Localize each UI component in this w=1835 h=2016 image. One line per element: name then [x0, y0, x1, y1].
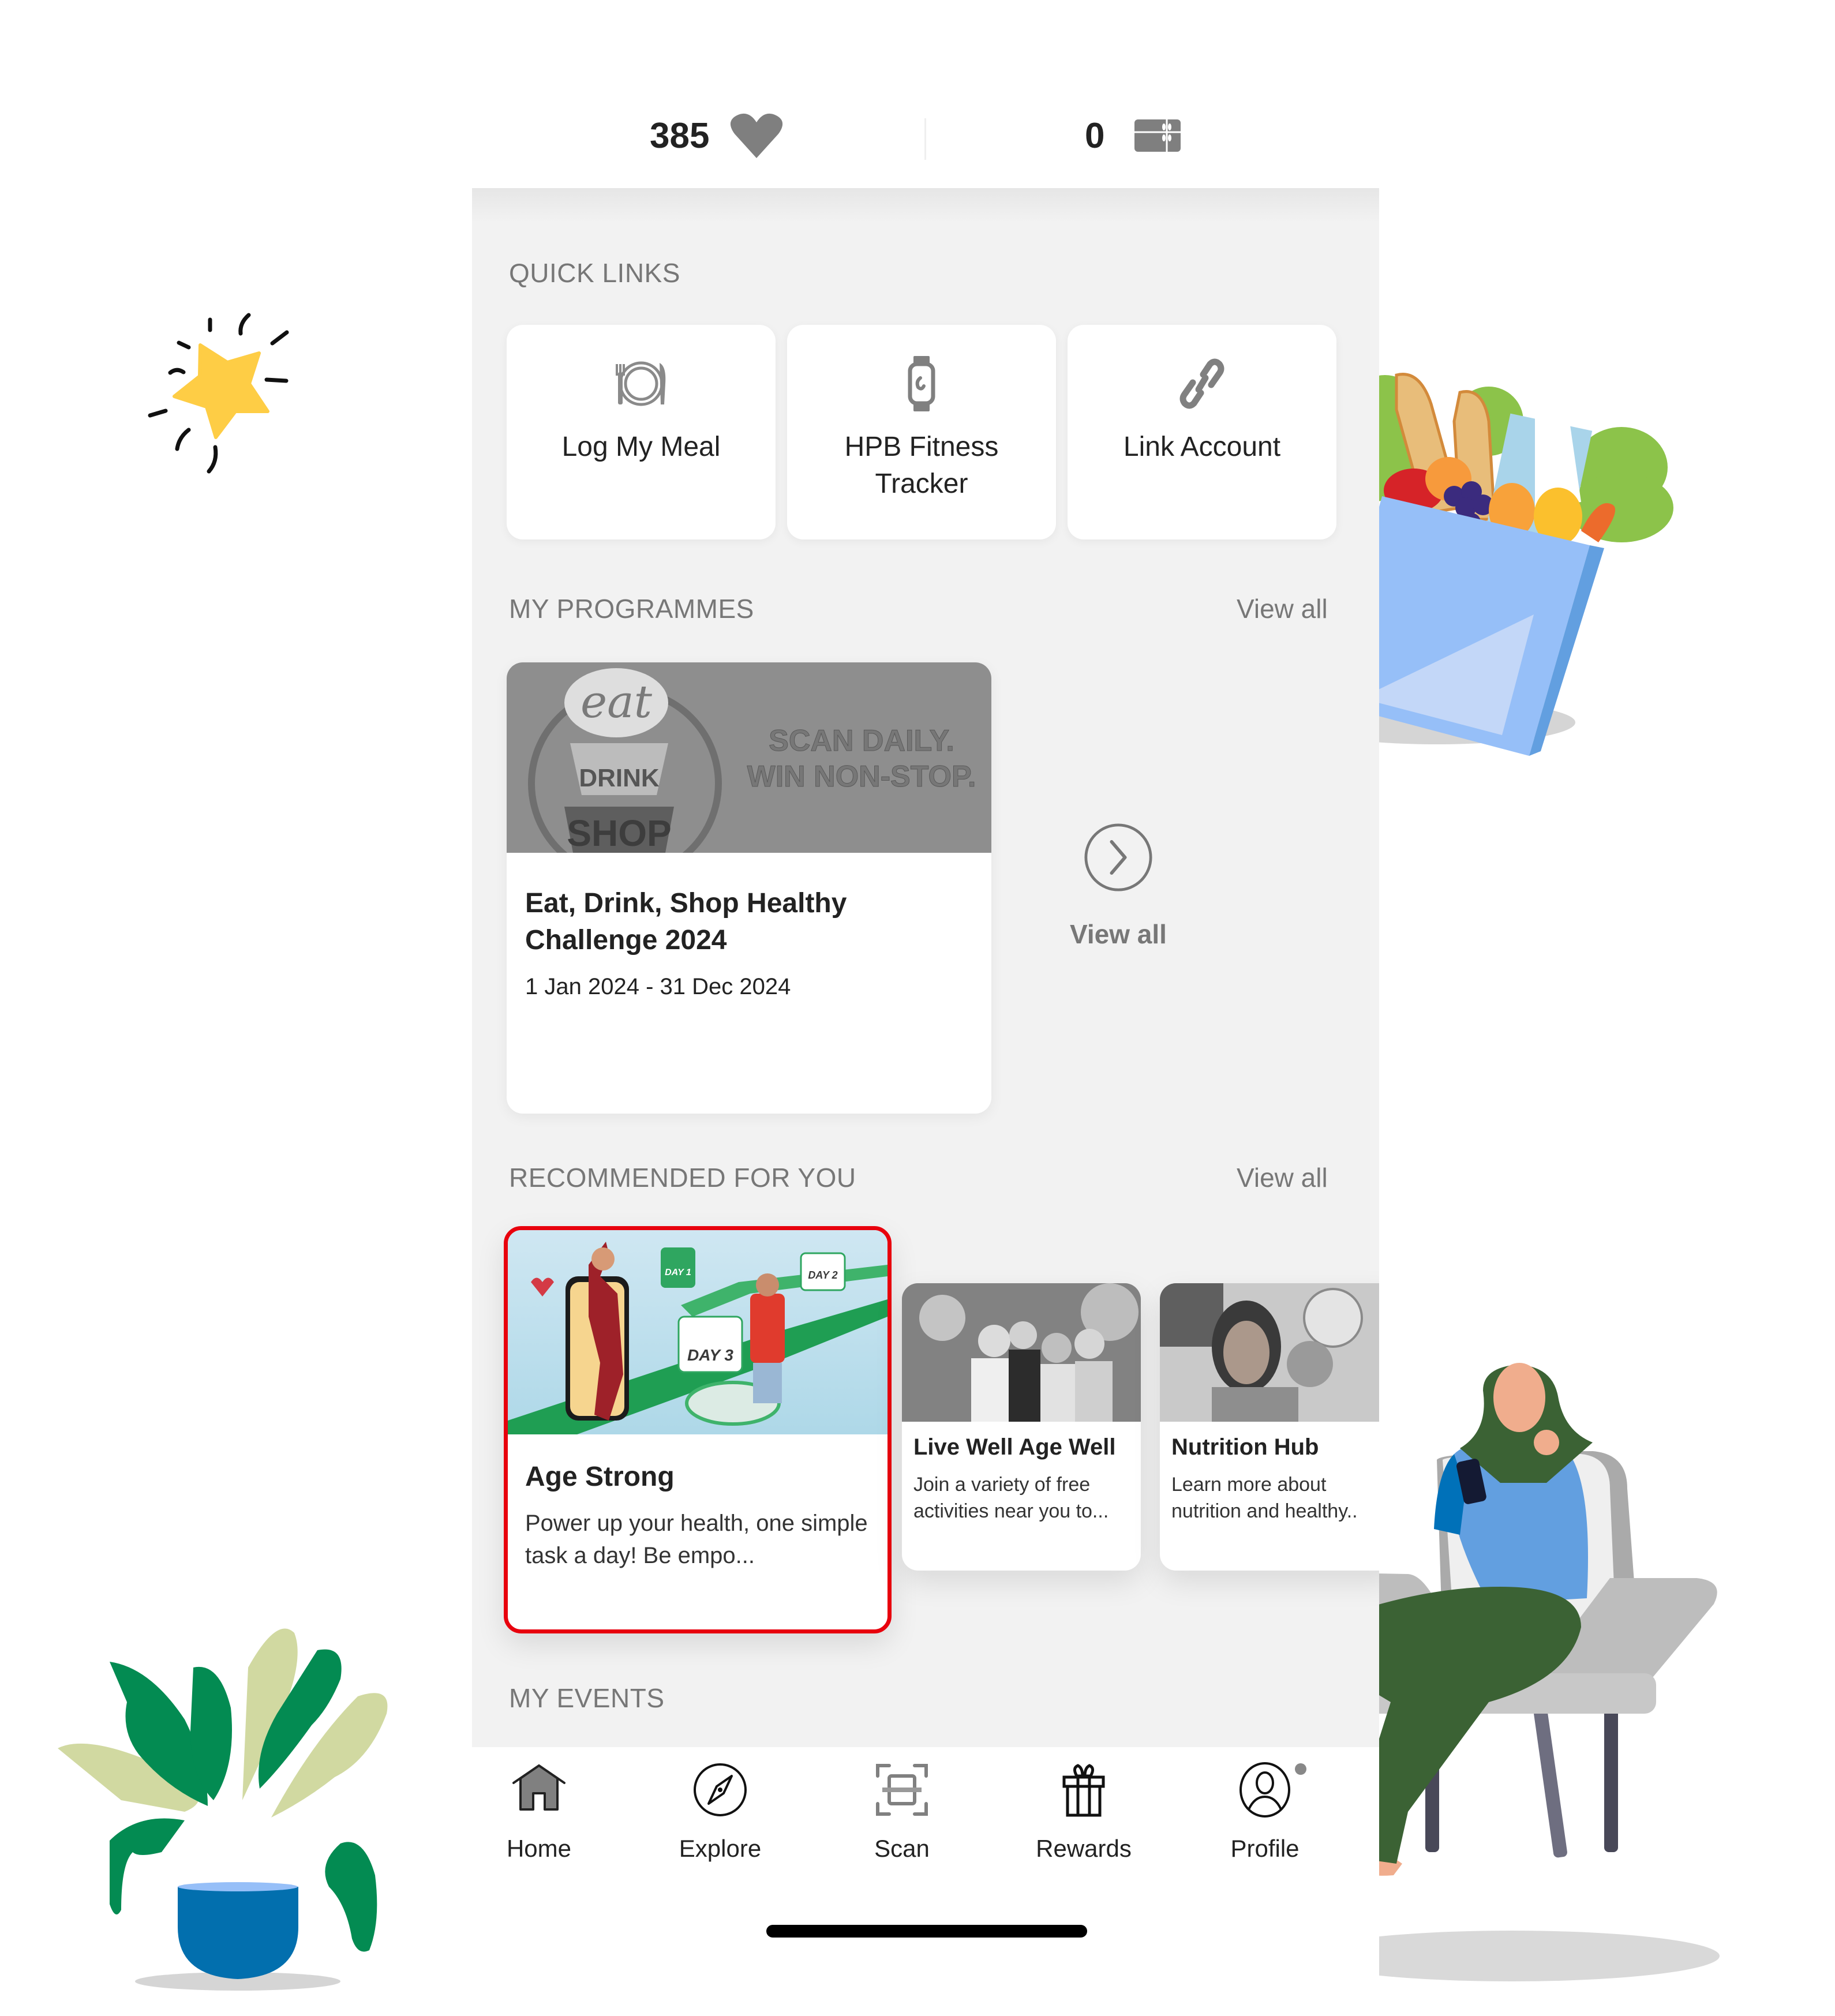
recommended-view-all-link[interactable]: View all — [1237, 1162, 1328, 1193]
quick-links-title: QUICK LINKS — [509, 258, 680, 288]
home-screen: QUICK LINKS Log My Meal HPB Fitness Trac… — [472, 188, 1379, 1747]
quick-link-link-account[interactable]: Link Account — [1068, 325, 1336, 539]
logo-word-eat: eat — [581, 676, 653, 728]
programme-title: Eat, Drink, Shop Healthy Challenge 2024 — [525, 888, 847, 955]
nav-item-explore[interactable]: Explore — [645, 1761, 795, 1863]
logo-word-drink: DRINK — [579, 764, 660, 792]
slogan-line-2: WIN NON-STOP. — [747, 760, 976, 793]
profile-icon — [1239, 1762, 1290, 1818]
slogan-line-1: SCAN DAILY. — [769, 724, 954, 758]
badge-day-2: DAY 2 — [808, 1269, 837, 1281]
logo-word-shop: SHOP — [567, 812, 671, 853]
compass-icon — [694, 1763, 747, 1816]
badge-day-3: DAY 3 — [687, 1346, 733, 1364]
nav-item-home[interactable]: Home — [464, 1761, 614, 1863]
recommended-card-title: Live Well Age Well — [913, 1434, 1116, 1460]
chevron-right-circle-icon — [1084, 823, 1152, 891]
recommended-card-title: Nutrition Hub — [1171, 1434, 1319, 1460]
quick-link-label: HPB Fitness Tracker — [844, 432, 999, 499]
quick-link-fitness-tracker[interactable]: HPB Fitness Tracker — [787, 325, 1056, 539]
header-divider — [924, 118, 926, 160]
badge-day-1: DAY 1 — [665, 1268, 691, 1277]
plant-pot-illustration — [58, 1628, 388, 1991]
quick-link-label: Link Account — [1123, 432, 1281, 462]
smartwatch-icon — [908, 356, 935, 411]
recommended-card-description: Learn more about nutrition and healthy.. — [1171, 1474, 1358, 1522]
quick-link-label: Log My Meal — [561, 432, 721, 462]
recommended-card-age-strong[interactable]: DAY 1 DAY 2 DAY 3 Age Strong Power up yo… — [504, 1226, 892, 1633]
nav-label: Rewards — [1036, 1835, 1132, 1862]
points-count: 385 — [650, 116, 710, 156]
recommended-title: RECOMMENDED FOR YOU — [509, 1163, 856, 1193]
age-strong-banner-image: DAY 1 DAY 2 DAY 3 — [508, 1230, 887, 1434]
gift-icon — [1062, 1764, 1105, 1817]
recommended-card-description: Power up your health, one simple task a … — [525, 1511, 868, 1568]
live-well-age-well-photo — [902, 1283, 1141, 1422]
nav-label: Home — [506, 1835, 572, 1862]
recommended-card-live-well-age-well[interactable]: Live Well Age Well Join a variety of fre… — [902, 1283, 1141, 1571]
programme-banner-image: eat DRINK SHOP SCAN DAILY. WIN NON-STOP. — [507, 662, 991, 853]
eat-drink-shop-logo: eat DRINK SHOP SCAN DAILY. WIN NON-STOP. — [528, 668, 976, 853]
nav-label: Profile — [1230, 1835, 1300, 1862]
nav-label: Explore — [679, 1835, 762, 1862]
star-sparkle-illustration — [148, 313, 289, 474]
programme-card[interactable]: eat DRINK SHOP SCAN DAILY. WIN NON-STOP.… — [507, 662, 991, 1114]
programmes-view-all-tile[interactable]: View all — [1049, 823, 1188, 950]
recommended-card-nutrition-hub[interactable]: Nutrition Hub Learn more about nutrition… — [1160, 1283, 1379, 1571]
bottom-navigation: Home Explore Scan Rewards Profile — [472, 1747, 1379, 2016]
gift-card-icon — [1134, 119, 1181, 152]
view-all-tile-label: View all — [1070, 919, 1167, 949]
vouchers-count: 0 — [1085, 116, 1105, 156]
programmes-view-all-link[interactable]: View all — [1237, 593, 1328, 624]
nutrition-hub-photo — [1160, 1283, 1379, 1422]
my-events-title: MY EVENTS — [509, 1683, 665, 1713]
nav-item-rewards[interactable]: Rewards — [1009, 1761, 1159, 1863]
home-icon — [512, 1764, 566, 1811]
profile-notification-dot — [1295, 1763, 1306, 1775]
recommended-card-title: Age Strong — [525, 1462, 675, 1492]
nav-item-scan[interactable]: Scan — [827, 1761, 977, 1863]
nav-item-profile[interactable]: Profile — [1190, 1761, 1340, 1863]
heart-icon — [730, 113, 783, 158]
home-indicator — [766, 1925, 1087, 1938]
programme-date-range: 1 Jan 2024 - 31 Dec 2024 — [525, 974, 791, 999]
my-programmes-title: MY PROGRAMMES — [509, 594, 754, 624]
recommended-card-description: Join a variety of free activities near y… — [913, 1474, 1109, 1522]
quick-link-log-my-meal[interactable]: Log My Meal — [507, 325, 776, 539]
scan-icon — [876, 1764, 928, 1816]
plate-cutlery-icon — [616, 361, 666, 406]
nav-label: Scan — [874, 1835, 930, 1862]
link-icon — [1179, 358, 1224, 409]
